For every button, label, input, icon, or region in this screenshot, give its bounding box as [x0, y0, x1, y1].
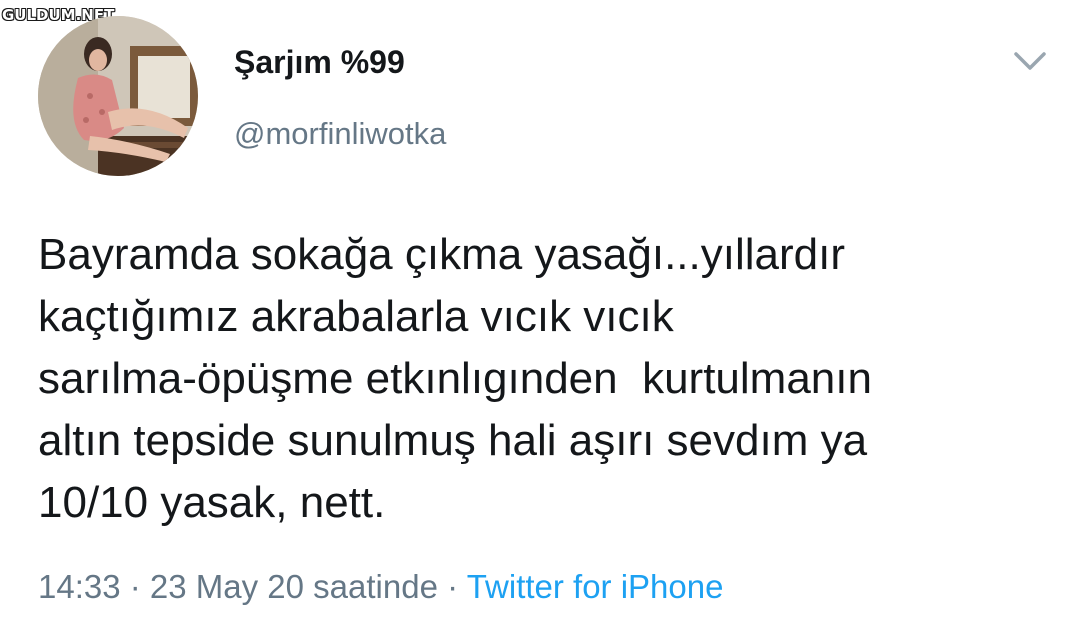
tweet-text-line: altın tepside sunulmuş hali aşırı sevdım…: [38, 416, 868, 465]
tweet-date[interactable]: 23 May 20 saatinde: [150, 568, 438, 605]
meta-separator: ·: [437, 568, 467, 605]
display-name[interactable]: Şarjım %99: [234, 44, 405, 81]
tweet-text-line: Bayramda sokağa çıkma yasağı...yıllardır: [38, 230, 845, 279]
user-handle[interactable]: @morfinliwotka: [234, 116, 446, 152]
avatar[interactable]: [38, 16, 198, 176]
tweet-text: Bayramda sokağa çıkma yasağı...yıllardır…: [38, 224, 1058, 534]
tweet-text-line: kaçtığımız akrabalarla vıcık vıcık: [38, 292, 674, 341]
tweet-source-link[interactable]: Twitter for iPhone: [467, 568, 724, 605]
tweet-time[interactable]: 14:33: [38, 568, 121, 605]
tweet-text-line: sarılma-öpüşme etkınlıgınden kurtulmanın: [38, 354, 872, 403]
profile-photo-icon: [38, 16, 198, 176]
meta-separator: ·: [120, 568, 150, 605]
tweet-meta: 14:33 · 23 May 20 saatinde · Twitter for…: [38, 568, 723, 606]
tweet-text-line: 10/10 yasak, nett.: [38, 478, 386, 527]
chevron-down-icon[interactable]: [1010, 46, 1050, 76]
